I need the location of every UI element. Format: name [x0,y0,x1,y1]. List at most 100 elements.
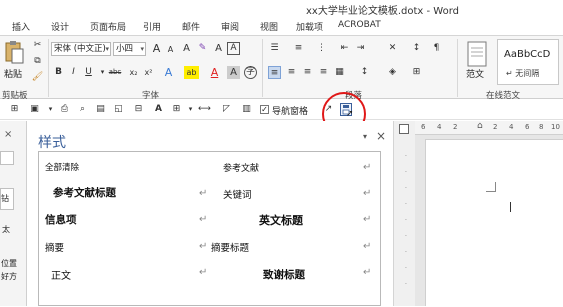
tab-design[interactable]: 设计 [51,20,69,33]
justify-icon[interactable]: ≡ [317,66,330,79]
paragraph-mark-icon: ↵ [363,267,372,278]
format-painter-icon[interactable]: 🖌 [31,71,44,84]
group-divider [262,39,263,97]
enclose-characters-icon[interactable]: 字 [244,66,257,79]
tab-insert[interactable]: 插入 [12,20,30,33]
font-color-icon[interactable]: A [208,66,221,79]
ruler-tick: 4 [437,123,442,131]
character-border-icon[interactable]: A [227,42,240,55]
increase-indent-icon[interactable]: ⇥ [354,42,367,55]
nav-pane-checkbox[interactable]: ✓ [260,105,269,114]
paste-icon[interactable] [3,40,25,66]
chinese-layout-icon[interactable]: ✕ [386,42,399,55]
shrink-font-icon[interactable]: A [164,43,177,56]
cut-icon[interactable]: ✂ [31,39,44,52]
left-pane-item[interactable]: 钻 [0,188,14,210]
shading-icon[interactable]: ◈ [386,66,399,79]
style-item-references[interactable]: 参考文献 [223,161,259,174]
strikethrough-icon[interactable]: abc [106,66,124,79]
italic-icon[interactable]: I [67,66,80,79]
grow-font-icon[interactable]: A [150,42,163,55]
window-title: xx大学毕业论文模板.dotx - Word [306,6,459,17]
ribbon-tab-row: 插入 设计 页面布局 引用 邮件 审阅 视图 加载项 ACROBAT [0,17,563,35]
change-case-icon[interactable]: A [180,42,193,55]
font-name-dropdown[interactable]: 宋体 (中文正) ▾ [51,42,111,56]
nav-pane-label[interactable]: 导航窗格 [272,104,308,117]
indent-marker-icon[interactable]: ⌂ [477,121,483,131]
tab-addins[interactable]: 加载项 [296,20,323,33]
align-right-icon[interactable]: ≡ [301,66,314,79]
clear-formatting-icon[interactable]: ✎ [196,42,209,55]
style-item-ref-title[interactable]: 参考文献标题 [53,185,116,200]
tab-selector-icon[interactable] [399,124,409,134]
style-list-right-column: 参考文献 ↵ 关键词 ↵ 英文标题 ↵ 摘要标题 ↵ 致谢标题 ↵ [211,152,381,307]
style-list-left-column: 全部清除 参考文献标题 ↵ 信息项 ↵ 摘要 ↵ 正文 ↵ [39,152,209,307]
close-icon[interactable]: × [376,129,386,143]
comment-icon[interactable]: ◸ [220,103,233,116]
style-item-abstract[interactable]: 摘要 [45,240,64,254]
style-gallery-item[interactable]: AaBbCcD ↵ 无间隔 [497,39,559,85]
tab-acrobat[interactable]: ACROBAT [338,20,381,30]
paste-button-label[interactable]: 粘贴 [4,67,22,80]
layout-icon[interactable]: ▥ [240,103,253,116]
style-item-ack-title[interactable]: 致谢标题 [263,267,305,282]
draw-table-icon[interactable]: ⊞ [8,103,21,116]
dropdown-arrow-icon[interactable]: ▾ [44,103,57,116]
page-setup-icon[interactable]: ▤ [94,103,107,116]
show-marks-icon[interactable]: ¶ [430,42,443,55]
grid-icon[interactable]: ⊟ [132,103,145,116]
subscript-icon[interactable]: x₂ [127,66,140,79]
style-item-info[interactable]: 信息项 [45,212,77,227]
style-item-abstract-title[interactable]: 摘要标题 [211,240,249,254]
insert-image-icon[interactable]: ▣ [28,103,41,116]
group-divider [48,39,49,97]
fanwen-label[interactable]: 范文 [466,67,484,80]
dropdown-arrow-icon[interactable]: ▾ [184,103,197,116]
line-spacing-icon[interactable]: ↕ [358,66,371,79]
phonetic-guide-icon[interactable]: A [212,42,225,55]
shape-icon[interactable]: ◱ [112,103,125,116]
columns-icon[interactable]: ⊞ [170,103,183,116]
align-center-icon[interactable]: ≡ [285,66,298,79]
tab-references[interactable]: 引用 [143,20,161,33]
vertical-ruler: · · · · · · · · · [393,121,415,306]
paragraph-mark-icon: ↵ [199,214,208,225]
font-size-dropdown[interactable]: 小四 ▾ [113,42,146,56]
textbox-icon[interactable]: A [152,103,165,116]
decrease-indent-icon[interactable]: ⇤ [338,42,351,55]
bullets-icon[interactable]: ☰ [268,42,281,55]
chevron-down-icon[interactable]: ▾ [363,132,367,141]
vertical-ruler-ticks: · · · · · · · · · [405,153,407,288]
superscript-icon[interactable]: x² [142,66,155,79]
style-item-keywords[interactable]: 关键词 [223,187,252,201]
distributed-icon[interactable]: ▦ [333,66,346,79]
style-item-body[interactable]: 正文 [51,267,71,282]
underline-icon[interactable]: U [82,66,95,79]
document-area: 6 4 2 ⌂ 2 4 6 8 10 [415,121,563,306]
multilevel-list-icon[interactable]: ⋮ [315,42,328,55]
tab-mailings[interactable]: 邮件 [182,20,200,33]
paragraph-mark-icon: ↵ [363,214,372,225]
ribbon: 粘贴 ✂ ⧉ 🖌 剪贴板 宋体 (中文正) ▾ 小四 ▾ A A A ✎ A A B… [0,35,563,101]
sort-icon[interactable]: ↕ [410,42,423,55]
document-page[interactable] [425,139,563,306]
width-icon[interactable]: ⟷ [198,103,211,116]
align-left-icon[interactable]: ≡ [268,66,281,79]
tab-review[interactable]: 审阅 [221,20,239,33]
style-item-clear-all[interactable]: 全部清除 [45,161,79,173]
character-shading-icon[interactable]: A [227,66,240,79]
close-icon[interactable]: × [4,129,12,140]
style-item-english-title[interactable]: 英文标题 [259,212,303,228]
find-icon[interactable]: ⌕ [76,103,89,116]
copy-icon[interactable]: ⧉ [31,55,44,68]
scroll-handle[interactable] [0,151,14,165]
tab-view[interactable]: 视图 [260,20,278,33]
print-preview-icon[interactable]: ⎙ [58,103,71,116]
tab-page-layout[interactable]: 页面布局 [90,20,126,33]
text-effects-icon[interactable]: A [162,66,175,79]
borders-icon[interactable]: ⊞ [410,66,423,79]
numbering-icon[interactable]: ≡ [292,42,305,55]
bold-icon[interactable]: B [52,66,65,79]
highlight-icon[interactable]: ab [184,66,199,79]
paragraph-mark-icon: ↵ [363,241,372,252]
